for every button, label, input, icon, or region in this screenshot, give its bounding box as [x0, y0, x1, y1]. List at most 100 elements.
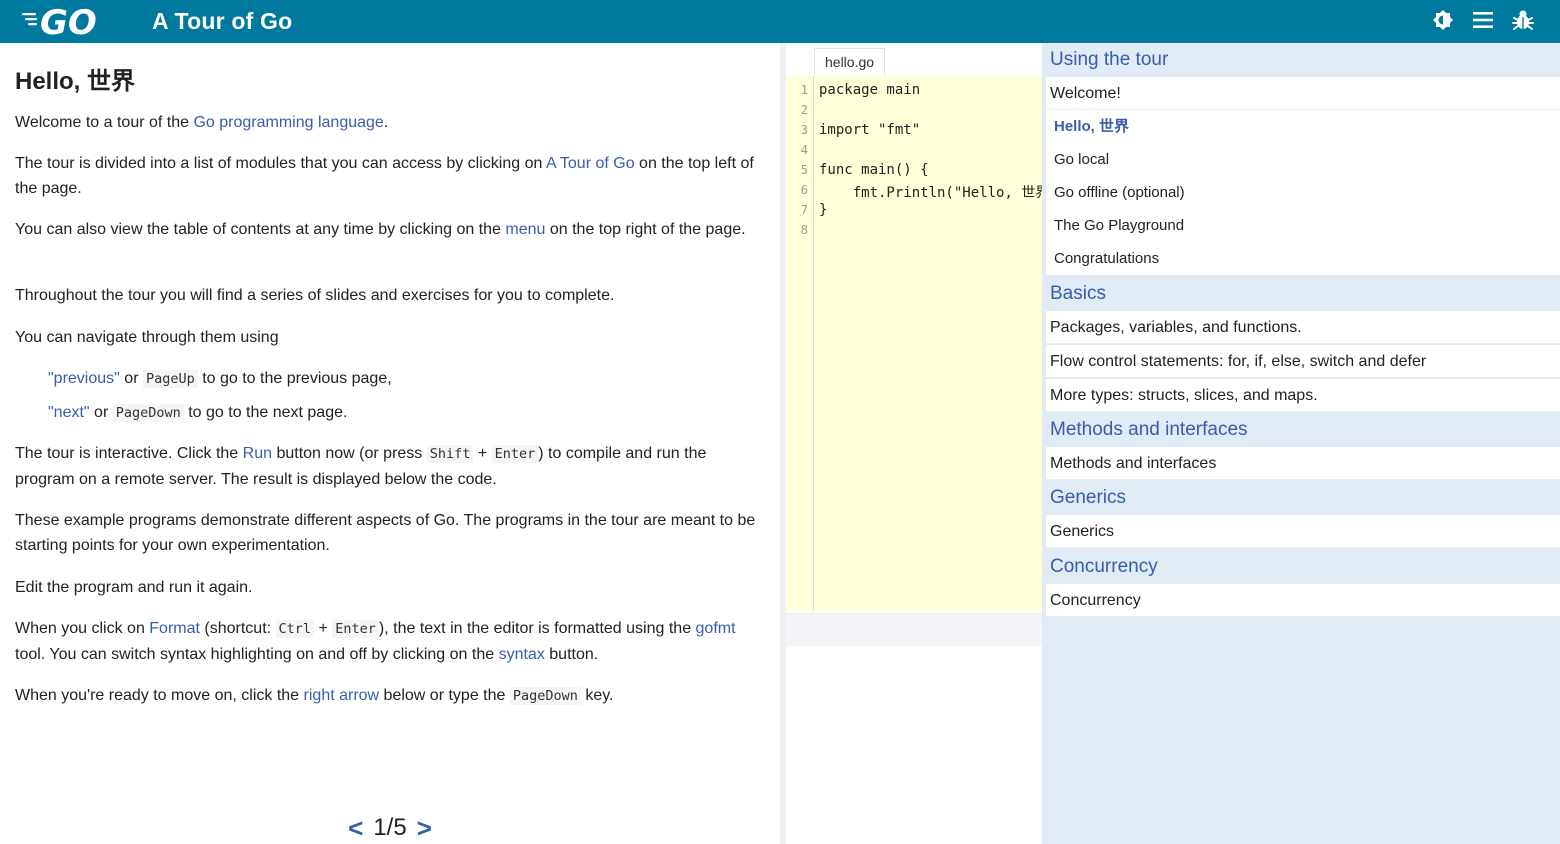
toc-lesson-packages[interactable]: Packages, variables, and functions.	[1046, 311, 1560, 344]
brightness-icon[interactable]	[1430, 7, 1456, 33]
menu-link[interactable]: menu	[505, 221, 545, 238]
toc-page-congratulations[interactable]: Congratulations	[1046, 242, 1560, 275]
toc-page-go-offline[interactable]: Go offline (optional)	[1046, 176, 1560, 209]
go-language-link[interactable]: Go programming language	[193, 114, 383, 131]
format-link[interactable]: Format	[149, 620, 200, 637]
code-line[interactable]: import "fmt"	[819, 122, 920, 138]
text: or	[119, 370, 143, 387]
previous-page-button[interactable]: <	[348, 813, 363, 844]
text: button.	[544, 646, 599, 663]
line-number: 1	[800, 83, 808, 97]
text: or	[89, 404, 113, 421]
text: below or type the	[379, 687, 510, 704]
lesson-paragraph-1: Welcome to a tour of the Go programming …	[15, 110, 770, 135]
pagedown-key: PageDown	[509, 687, 581, 705]
right-arrow-link[interactable]: right arrow	[304, 687, 380, 704]
line-number: 7	[800, 203, 808, 217]
code-line[interactable]: package main	[819, 82, 920, 98]
toc-module-using-the-tour[interactable]: Using the tour	[1046, 43, 1560, 76]
top-bar: GO A Tour of Go	[0, 0, 1560, 43]
text: to go to the next page.	[183, 404, 348, 421]
text: (shortcut:	[199, 620, 276, 637]
lesson-paragraph-5: You can navigate through them using	[15, 329, 279, 346]
text: You can also view the table of contents …	[15, 221, 506, 238]
text: When you click on	[15, 620, 150, 637]
toc-page-go-local[interactable]: Go local	[1046, 143, 1560, 176]
pageup-key: PageUp	[142, 370, 198, 388]
line-number: 5	[800, 163, 808, 177]
ctrl-key: Ctrl	[275, 620, 315, 638]
toc-lesson-more-types[interactable]: More types: structs, slices, and maps.	[1046, 379, 1560, 412]
lesson-paragraph-4: Throughout the tour you will find a seri…	[15, 287, 615, 304]
line-number: 2	[800, 103, 808, 117]
gofmt-link[interactable]: gofmt	[696, 620, 736, 637]
nav-previous-line: "previous" or PageUp to go to the previo…	[48, 366, 768, 392]
toc-module-generics[interactable]: Generics	[1046, 481, 1560, 514]
file-tab[interactable]: hello.go	[814, 48, 886, 75]
app-title-link[interactable]: A Tour of Go	[152, 8, 292, 35]
code-editor[interactable]: 1 2 3 4 5 6 7 8 package main import "fmt…	[786, 76, 1042, 611]
shift-key: Shift	[426, 445, 474, 463]
enter-key: Enter	[332, 620, 379, 638]
toc-module-basics[interactable]: Basics	[1046, 277, 1560, 310]
lesson-title: Hello, 世界	[15, 68, 136, 95]
output-area	[786, 613, 1042, 844]
line-number: 8	[800, 223, 808, 237]
text: The tour is interactive. Click the	[15, 445, 243, 462]
text: +	[314, 620, 333, 637]
nav-next-line: "next" or PageDown to go to the next pag…	[48, 400, 768, 426]
next-page-button[interactable]: >	[417, 813, 432, 844]
table-of-contents: Using the tour Welcome! Hello, 世界 Go loc…	[1042, 43, 1560, 844]
text: on the top right of the page.	[545, 221, 746, 238]
page-indicator: 1/5	[373, 814, 407, 841]
syntax-link[interactable]: syntax	[499, 646, 545, 663]
toc-lesson-methods[interactable]: Methods and interfaces	[1046, 447, 1560, 480]
code-line[interactable]: }	[819, 202, 827, 218]
toc-module-concurrency[interactable]: Concurrency	[1046, 550, 1560, 583]
svg-text:GO: GO	[40, 3, 97, 39]
line-number: 6	[800, 183, 808, 197]
lesson-paragraph-10: When you're ready to move on, click the …	[15, 683, 770, 709]
lesson-paragraph-2: The tour is divided into a list of modul…	[15, 151, 770, 201]
line-number: 4	[800, 143, 808, 157]
text: key.	[580, 687, 614, 704]
lesson-paragraph-8: Edit the program and run it again.	[15, 579, 253, 596]
toc-lesson-flow-control[interactable]: Flow control statements: for, if, else, …	[1046, 345, 1560, 378]
lesson-panel: Hello, 世界 Welcome to a tour of the Go pr…	[0, 43, 780, 844]
text: When you're ready to move on, click the	[15, 687, 304, 704]
text: tool. You can switch syntax highlighting…	[15, 646, 499, 663]
lesson-paragraph-7: These example programs demonstrate diffe…	[15, 512, 756, 554]
menu-icon[interactable]	[1470, 7, 1496, 33]
previous-link[interactable]: "previous"	[48, 370, 120, 387]
lesson-paragraph-6: The tour is interactive. Click the Run b…	[15, 441, 770, 492]
text: button now (or press	[272, 445, 427, 462]
page-navigator: < 1/5 >	[330, 813, 450, 843]
toc-lesson-welcome[interactable]: Welcome!	[1046, 77, 1560, 110]
text: Welcome to a tour of the	[15, 114, 194, 131]
text: .	[383, 114, 389, 131]
enter-key: Enter	[491, 445, 539, 463]
output-toolbar	[786, 613, 1042, 646]
toc-page-go-playground[interactable]: The Go Playground	[1046, 209, 1560, 242]
tour-of-go-link[interactable]: A Tour of Go	[546, 155, 635, 172]
lesson-paragraph-3: You can also view the table of contents …	[15, 217, 770, 242]
code-line[interactable]: fmt.Println("Hello, 世界")	[819, 182, 1042, 202]
bug-icon[interactable]	[1510, 7, 1536, 33]
run-link[interactable]: Run	[243, 445, 272, 462]
line-number-gutter: 1 2 3 4 5 6 7 8	[786, 76, 814, 611]
text: ), the text in the editor is formatted u…	[378, 620, 696, 637]
text: +	[473, 445, 492, 462]
text: to go to the previous page,	[197, 370, 392, 387]
next-link[interactable]: "next"	[48, 404, 90, 421]
pagedown-key: PageDown	[112, 404, 184, 422]
toc-page-hello[interactable]: Hello, 世界	[1046, 110, 1560, 143]
line-number: 3	[800, 123, 808, 137]
editor-panel: hello.go 1 2 3 4 5 6 7 8 package main im…	[786, 43, 1042, 844]
go-logo[interactable]: GO	[22, 3, 112, 43]
toc-lesson-generics[interactable]: Generics	[1046, 515, 1560, 548]
text: The tour is divided into a list of modul…	[15, 155, 546, 172]
toc-lesson-concurrency[interactable]: Concurrency	[1046, 584, 1560, 617]
lesson-paragraph-9: When you click on Format (shortcut: Ctrl…	[15, 616, 770, 667]
code-line[interactable]: func main() {	[819, 162, 929, 178]
toc-module-methods[interactable]: Methods and interfaces	[1046, 413, 1560, 446]
